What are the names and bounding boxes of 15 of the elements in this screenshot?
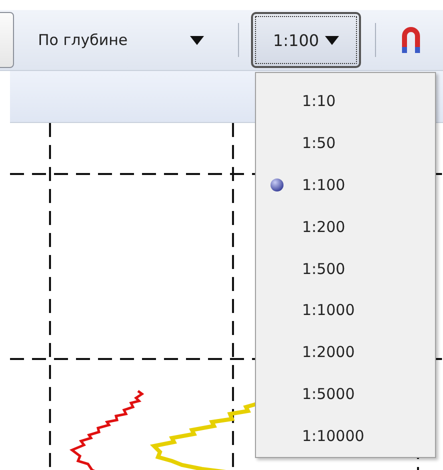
menu-item[interactable]: 1:50 xyxy=(256,122,435,164)
menu-item[interactable]: 1:10000 xyxy=(256,415,435,458)
menu-item[interactable]: 1:10 xyxy=(256,80,435,122)
menu-item[interactable]: 1:1000 xyxy=(256,289,435,332)
caret-icon xyxy=(325,36,340,44)
toolbar-button[interactable] xyxy=(0,12,14,68)
menu-item[interactable]: 1:200 xyxy=(256,206,435,248)
mode-dropdown[interactable]: По глубине xyxy=(28,17,214,63)
menu-item[interactable]: 1:2000 xyxy=(256,331,435,374)
menu-item[interactable]: 1:500 xyxy=(256,248,435,290)
menu-item[interactable]: 1:5000 xyxy=(256,373,435,416)
scale-dropdown[interactable]: 1:100 xyxy=(251,12,361,68)
menu-item[interactable]: 1:100 xyxy=(256,164,435,206)
caret-icon xyxy=(190,36,204,44)
magnet-icon[interactable] xyxy=(400,25,422,55)
